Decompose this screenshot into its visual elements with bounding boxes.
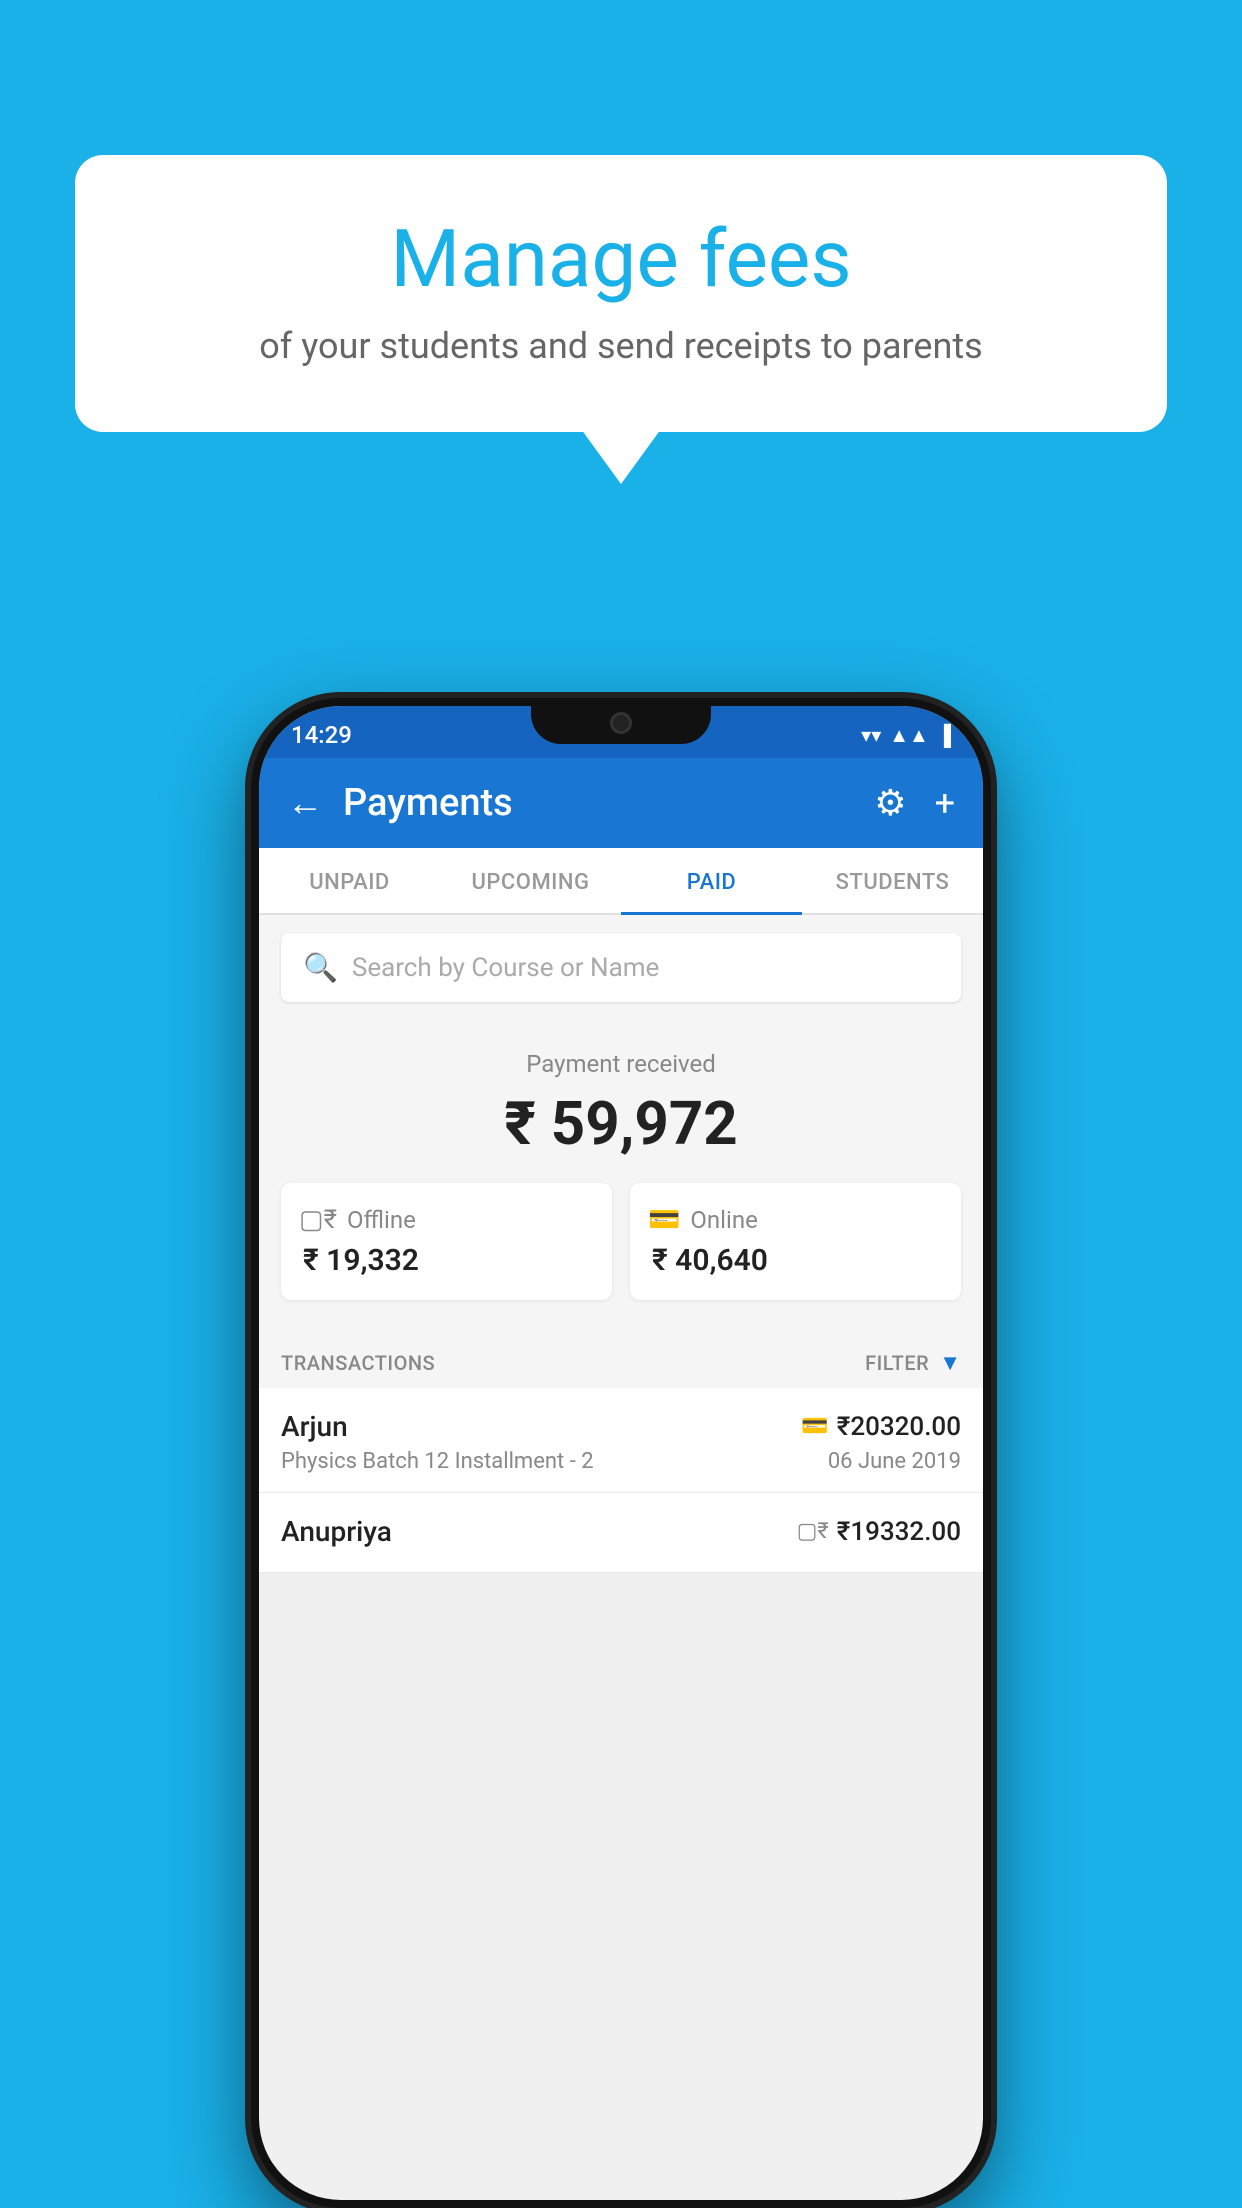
- app-bar-actions: ⚙ +: [874, 782, 955, 824]
- offline-payment-card: ▢₹ Offline ₹ 19,332: [281, 1183, 612, 1300]
- offline-payment-icon: ▢₹: [299, 1205, 337, 1235]
- offline-label: Offline: [347, 1206, 416, 1234]
- transaction-row[interactable]: Anupriya ▢₹ ₹19332.00: [259, 1493, 983, 1573]
- phone-outer: 14:29 ▾▾ ▲▲ ▐ ← Payments ⚙ + UNPAID: [251, 698, 991, 2208]
- filter-icon: ▼: [939, 1350, 961, 1376]
- search-bar[interactable]: 🔍 Search by Course or Name: [281, 933, 961, 1002]
- online-payment-type-icon: 💳: [801, 1414, 828, 1439]
- tabs-container: UNPAID UPCOMING PAID STUDENTS: [259, 848, 983, 915]
- transaction-amount-container: 💳 ₹20320.00: [801, 1412, 961, 1442]
- filter-button[interactable]: FILTER ▼: [865, 1350, 961, 1376]
- transaction-amount: ₹20320.00: [837, 1412, 961, 1442]
- transaction-row-top: Anupriya ▢₹ ₹19332.00: [281, 1515, 961, 1548]
- tab-students[interactable]: STUDENTS: [802, 848, 983, 913]
- signal-icon: ▲▲: [889, 723, 929, 748]
- transaction-description: Physics Batch 12 Installment - 2: [281, 1449, 594, 1474]
- transaction-amount: ₹19332.00: [837, 1517, 961, 1547]
- tab-upcoming[interactable]: UPCOMING: [440, 848, 621, 913]
- filter-label: FILTER: [865, 1351, 929, 1375]
- phone-screen: 14:29 ▾▾ ▲▲ ▐ ← Payments ⚙ + UNPAID: [259, 706, 983, 2200]
- online-amount: ₹ 40,640: [648, 1243, 768, 1278]
- transaction-amount-container: ▢₹ ₹19332.00: [797, 1517, 961, 1547]
- transaction-name: Arjun: [281, 1410, 348, 1443]
- offline-payment-type-icon: ▢₹: [797, 1519, 829, 1544]
- app-bar-title: Payments: [343, 781, 854, 825]
- offline-card-header: ▢₹ Offline: [299, 1205, 416, 1235]
- status-time: 14:29: [291, 721, 352, 749]
- transactions-label: TRANSACTIONS: [281, 1351, 435, 1375]
- settings-icon[interactable]: ⚙: [874, 782, 906, 824]
- speech-bubble-container: Manage fees of your students and send re…: [75, 155, 1167, 432]
- app-bar: ← Payments ⚙ +: [259, 758, 983, 848]
- payment-received-label: Payment received: [281, 1050, 961, 1078]
- wifi-icon: ▾▾: [861, 723, 881, 747]
- camera-icon: [610, 712, 632, 734]
- transactions-header: TRANSACTIONS FILTER ▼: [259, 1332, 983, 1388]
- search-container: 🔍 Search by Course or Name: [259, 915, 983, 1020]
- online-label: Online: [690, 1206, 757, 1234]
- offline-amount: ₹ 19,332: [299, 1243, 419, 1278]
- transaction-row[interactable]: Arjun 💳 ₹20320.00 Physics Batch 12 Insta…: [259, 1388, 983, 1493]
- phone-notch: [531, 698, 711, 744]
- back-button[interactable]: ←: [287, 782, 323, 824]
- phone-container: 14:29 ▾▾ ▲▲ ▐ ← Payments ⚙ + UNPAID: [251, 698, 991, 2208]
- speech-bubble: Manage fees of your students and send re…: [75, 155, 1167, 432]
- search-icon: 🔍: [303, 951, 338, 984]
- transaction-name: Anupriya: [281, 1515, 392, 1548]
- payment-summary: Payment received ₹ 59,972 ▢₹ Offline ₹ 1…: [259, 1020, 983, 1332]
- transaction-row-top: Arjun 💳 ₹20320.00: [281, 1410, 961, 1443]
- tab-paid[interactable]: PAID: [621, 848, 802, 913]
- search-placeholder: Search by Course or Name: [352, 953, 659, 983]
- battery-icon: ▐: [937, 723, 951, 748]
- transaction-date: 06 June 2019: [828, 1449, 961, 1474]
- payment-cards: ▢₹ Offline ₹ 19,332 💳 Online ₹ 40,640: [281, 1183, 961, 1300]
- transaction-row-bottom: Physics Batch 12 Installment - 2 06 June…: [281, 1449, 961, 1474]
- tab-unpaid[interactable]: UNPAID: [259, 848, 440, 913]
- payment-total-amount: ₹ 59,972: [281, 1088, 961, 1159]
- speech-bubble-title: Manage fees: [155, 215, 1087, 303]
- status-icons: ▾▾ ▲▲ ▐: [861, 723, 951, 748]
- online-payment-icon: 💳: [648, 1205, 680, 1235]
- online-card-header: 💳 Online: [648, 1205, 758, 1235]
- online-payment-card: 💳 Online ₹ 40,640: [630, 1183, 961, 1300]
- speech-bubble-subtitle: of your students and send receipts to pa…: [155, 325, 1087, 367]
- add-icon[interactable]: +: [935, 782, 955, 824]
